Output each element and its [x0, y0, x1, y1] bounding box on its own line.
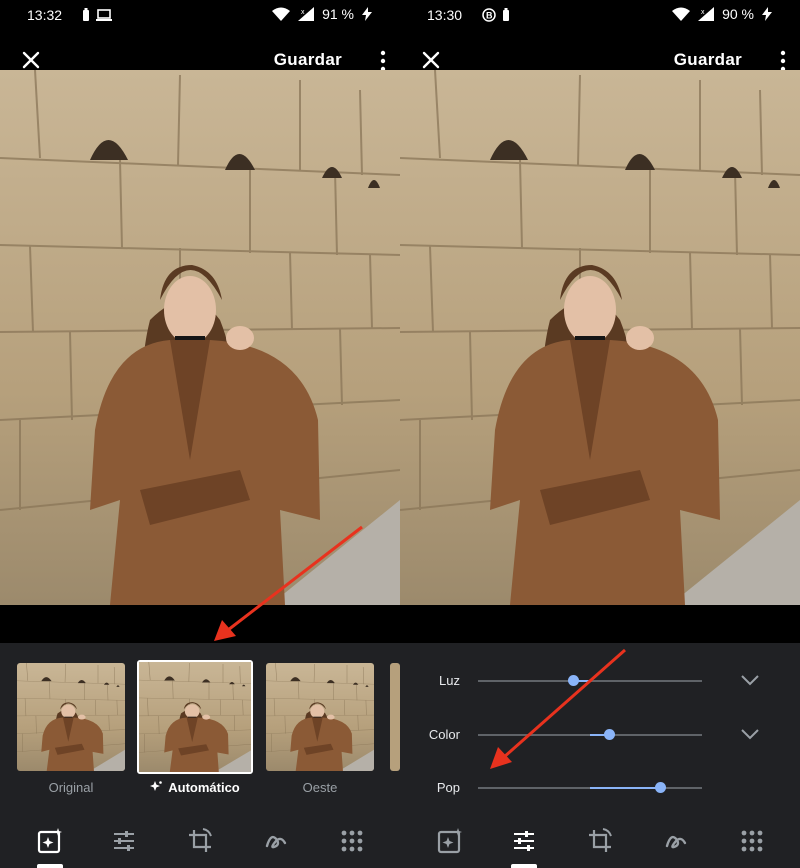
battery-saver-icon	[503, 8, 509, 21]
active-tool-indicator	[511, 864, 537, 868]
notification-icons: B	[482, 8, 510, 22]
slider-knob[interactable]	[603, 729, 615, 740]
slider-label-pop: Pop	[436, 780, 460, 795]
b-notification-icon: B	[482, 8, 496, 22]
tool-bar	[0, 813, 400, 868]
crop-rotate-icon[interactable]	[186, 827, 214, 855]
tool-bar	[400, 813, 800, 868]
close-icon[interactable]	[420, 49, 442, 71]
more-tools-icon[interactable]	[738, 827, 766, 855]
right-screen: 13:30 B x 90 % Guardar Luz Color Pop	[400, 0, 800, 868]
status-bar: 13:32 x 91 %	[0, 0, 400, 32]
slider-pop[interactable]	[478, 782, 702, 793]
filter-thumb-west[interactable]	[266, 663, 374, 771]
filter-label-west: Oeste	[302, 780, 338, 795]
wifi-icon	[272, 7, 291, 21]
slider-fill	[590, 787, 661, 789]
charging-icon	[362, 7, 372, 21]
svg-text:B: B	[486, 11, 493, 21]
more-options-icon[interactable]	[379, 50, 387, 72]
sparkle-icon	[150, 781, 163, 791]
filter-thumb-original[interactable]	[17, 663, 125, 771]
slider-color[interactable]	[478, 729, 702, 740]
slider-knob[interactable]	[655, 782, 667, 793]
markup-icon[interactable]	[262, 827, 290, 855]
signal-icon: x	[298, 7, 315, 21]
system-icons: x 90 %	[672, 6, 772, 22]
filter-label-auto-text: Automático	[168, 780, 240, 795]
save-button[interactable]: Guardar	[674, 50, 742, 70]
slider-label-color: Color	[428, 727, 460, 742]
signal-icon: x	[698, 7, 715, 21]
filter-thumb-next[interactable]	[390, 663, 400, 771]
photo-preview	[400, 70, 800, 605]
battery-percent: 91 %	[322, 6, 354, 22]
filter-label-original: Original	[48, 780, 94, 795]
adjust-sliders-icon[interactable]	[110, 827, 138, 855]
more-options-icon[interactable]	[779, 50, 787, 72]
notification-icons	[82, 8, 112, 22]
more-tools-icon[interactable]	[338, 827, 366, 855]
left-screen: 13:32 x 91 % Guardar Original Automático…	[0, 0, 400, 868]
chevron-down-icon[interactable]	[740, 728, 760, 740]
active-tool-indicator	[37, 864, 63, 868]
crop-rotate-icon[interactable]	[586, 827, 614, 855]
wifi-icon	[672, 7, 691, 21]
slider-light[interactable]	[478, 675, 702, 686]
status-time: 13:30	[427, 7, 463, 23]
close-icon[interactable]	[20, 49, 42, 71]
adjust-sliders-icon[interactable]	[510, 827, 538, 855]
battery-percent: 90 %	[722, 6, 754, 22]
status-bar: 13:30 B x 90 %	[400, 0, 800, 32]
slider-knob[interactable]	[567, 675, 579, 686]
slider-label-light: Luz	[439, 673, 460, 688]
adjust-panel: Luz Color Pop	[400, 643, 800, 813]
laptop-icon	[96, 9, 112, 21]
filter-thumb-auto[interactable]	[137, 660, 253, 774]
filter-label-auto: Automático	[137, 780, 253, 795]
system-icons: x 91 %	[272, 6, 372, 22]
suggestions-icon[interactable]	[436, 827, 464, 855]
markup-icon[interactable]	[662, 827, 690, 855]
status-time: 13:32	[27, 7, 63, 23]
battery-saver-icon	[83, 8, 89, 21]
photo-preview	[0, 70, 400, 605]
svg-text:x: x	[701, 9, 705, 16]
chevron-down-icon[interactable]	[740, 674, 760, 686]
charging-icon	[762, 7, 772, 21]
filters-panel: Original Automático Oeste	[0, 643, 400, 813]
suggestions-icon[interactable]	[36, 827, 64, 855]
save-button[interactable]: Guardar	[274, 50, 342, 70]
svg-text:x: x	[301, 9, 305, 16]
